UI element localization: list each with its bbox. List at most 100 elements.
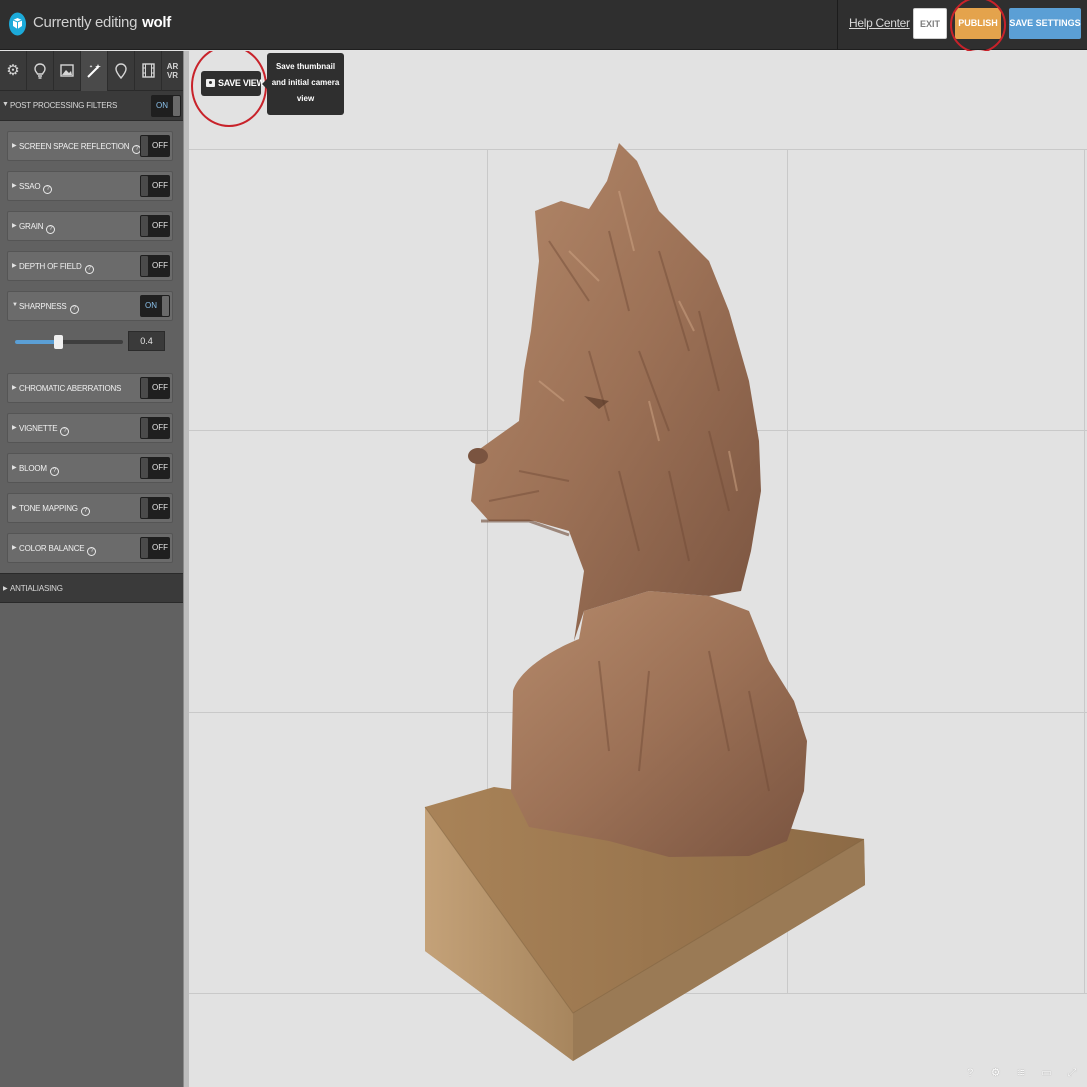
- filter-name-wrap: COLOR BALANCE?: [19, 544, 97, 556]
- filter-chromatic-aberrations[interactable]: ▶ CHROMATIC ABERRATIONS OFF: [7, 373, 173, 403]
- editing-label: Currently editing: [33, 14, 138, 31]
- gear-icon[interactable]: ⚙: [0, 51, 27, 91]
- toggle-knob: [141, 498, 148, 518]
- post-processing-label: POST PROCESSING FILTERS: [10, 101, 118, 110]
- save-settings-button[interactable]: SAVE SETTINGS: [1009, 8, 1081, 39]
- filter-toggle[interactable]: OFF: [140, 377, 170, 399]
- filter-depth-of-field[interactable]: ▶ DEPTH OF FIELD? OFF: [7, 251, 173, 281]
- help-icon[interactable]: ?: [46, 225, 56, 234]
- caret-right-icon: ▶: [12, 545, 17, 551]
- filter-name: SHARPNESS: [19, 302, 67, 311]
- caret-down-icon: ▼: [2, 101, 9, 108]
- help-icon[interactable]: ?: [69, 305, 79, 314]
- filter-name-wrap: SSAO?: [19, 182, 53, 194]
- filter-toggle[interactable]: OFF: [140, 497, 170, 519]
- help-icon[interactable]: ?: [60, 427, 70, 436]
- toggle-knob: [141, 378, 148, 398]
- help-icon[interactable]: ?: [84, 265, 94, 274]
- ar-vr-icon[interactable]: AR VR: [162, 51, 183, 91]
- filter-name-wrap: CHROMATIC ABERRATIONS: [19, 384, 121, 393]
- help-icon[interactable]: ?: [43, 185, 53, 194]
- toggle-state: OFF: [152, 181, 168, 190]
- slider-thumb[interactable]: [54, 335, 64, 349]
- filter-toggle[interactable]: ON: [140, 295, 170, 317]
- top-divider: [837, 0, 838, 50]
- viewer-controls: ? ⚙ ≋ ▭ ⤢: [956, 1063, 1079, 1080]
- filter-toggle[interactable]: OFF: [140, 215, 170, 237]
- filter-name: GRAIN: [19, 222, 44, 231]
- toggle-state: ON: [145, 301, 157, 310]
- toggle-knob: [141, 538, 148, 558]
- post-processing-toggle[interactable]: ON: [151, 95, 181, 117]
- filter-sharpness[interactable]: ▼ SHARPNESS? ON: [7, 291, 173, 321]
- toggle-state: OFF: [152, 221, 168, 230]
- caret-right-icon: ▶: [12, 385, 17, 391]
- slider-fill: [15, 340, 59, 344]
- help-center-link[interactable]: Help Center: [849, 16, 910, 30]
- antialiasing-section[interactable]: ▶ ANTIALIASING: [0, 573, 183, 603]
- filter-screen-space-reflection[interactable]: ▶ SCREEN SPACE REFLECTION? OFF: [7, 131, 173, 161]
- save-view-button[interactable]: SAVE VIEW: [201, 71, 265, 96]
- settings-sidebar: ⚙ AR VR ▼ POST PROCESSING FILTERS ON ▶ SC…: [0, 51, 183, 1087]
- toggle-state: OFF: [152, 423, 168, 432]
- caret-right-icon: ▶: [12, 183, 17, 189]
- filter-name: CHROMATIC ABERRATIONS: [19, 384, 122, 393]
- filter-name: BLOOM: [19, 464, 47, 473]
- filter-bloom[interactable]: ▶ BLOOM? OFF: [7, 453, 173, 483]
- filter-name: COLOR BALANCE: [19, 544, 85, 553]
- caret-right-icon: ▶: [3, 586, 8, 592]
- filter-tone-mapping[interactable]: ▶ TONE MAPPING? OFF: [7, 493, 173, 523]
- 3d-viewport[interactable]: SAVE VIEW Save thumbnail and initial cam…: [189, 51, 1087, 1087]
- filter-name-wrap: SHARPNESS?: [19, 302, 79, 314]
- publish-button[interactable]: PUBLISH: [955, 8, 1001, 39]
- caret-right-icon: ▶: [12, 263, 17, 269]
- sharpness-slider-row: 0.4: [7, 327, 173, 355]
- filter-toggle[interactable]: OFF: [140, 255, 170, 277]
- toggle-knob: [141, 176, 148, 196]
- help-icon[interactable]: ?: [80, 507, 90, 516]
- film-icon[interactable]: [135, 51, 162, 91]
- magic-wand-icon[interactable]: [81, 51, 108, 91]
- filter-toggle[interactable]: OFF: [140, 135, 170, 157]
- help-icon[interactable]: ?: [87, 547, 97, 556]
- filter-toggle[interactable]: OFF: [140, 417, 170, 439]
- lightbulb-icon[interactable]: [27, 51, 54, 91]
- filter-ssao[interactable]: ▶ SSAO? OFF: [7, 171, 173, 201]
- sharpness-value-input[interactable]: 0.4: [128, 331, 165, 351]
- post-processing-header[interactable]: ▼ POST PROCESSING FILTERS ON: [0, 91, 183, 121]
- editing-title: Currently editing wolf: [33, 14, 171, 31]
- help-icon[interactable]: ?: [49, 467, 59, 476]
- filter-name: TONE MAPPING: [19, 504, 78, 513]
- toggle-knob: [141, 136, 148, 156]
- filter-color-balance[interactable]: ▶ COLOR BALANCE? OFF: [7, 533, 173, 563]
- filter-toggle[interactable]: OFF: [140, 457, 170, 479]
- layers-icon[interactable]: ≋: [1014, 1066, 1028, 1079]
- tooltip-line: Save thumbnail: [275, 62, 336, 71]
- settings-icon[interactable]: ⚙: [989, 1066, 1003, 1079]
- toggle-knob: [141, 216, 148, 236]
- annotation-pin-icon[interactable]: [108, 51, 135, 91]
- filter-name-wrap: BLOOM?: [19, 464, 59, 476]
- sharpness-slider[interactable]: [15, 335, 123, 349]
- filter-toggle[interactable]: OFF: [140, 537, 170, 559]
- caret-down-icon: ▼: [12, 302, 18, 308]
- toggle-state: OFF: [152, 141, 168, 150]
- toggle-state: OFF: [152, 463, 168, 472]
- help-icon[interactable]: ?: [963, 1067, 977, 1079]
- save-view-tooltip: Save thumbnail and initial camera view: [262, 53, 344, 115]
- filter-vignette[interactable]: ▶ VIGNETTE? OFF: [7, 413, 173, 443]
- vr-headset-icon[interactable]: ▭: [1040, 1066, 1054, 1079]
- filter-grain[interactable]: ▶ GRAIN? OFF: [7, 211, 173, 241]
- wolf-bust-model[interactable]: [189, 51, 1087, 1087]
- top-bar: Currently editing wolf Help Center EXIT P…: [0, 0, 1087, 53]
- filter-toggle[interactable]: OFF: [140, 175, 170, 197]
- fullscreen-icon[interactable]: ⤢: [1065, 1067, 1079, 1080]
- sketchfab-logo-icon: [9, 12, 26, 36]
- caret-right-icon: ▶: [12, 143, 17, 149]
- caret-right-icon: ▶: [12, 223, 17, 229]
- toggle-state: ON: [156, 101, 168, 110]
- image-icon[interactable]: [54, 51, 81, 91]
- toggle-knob: [173, 96, 180, 116]
- exit-button[interactable]: EXIT: [913, 8, 947, 39]
- model-name: wolf: [142, 14, 171, 31]
